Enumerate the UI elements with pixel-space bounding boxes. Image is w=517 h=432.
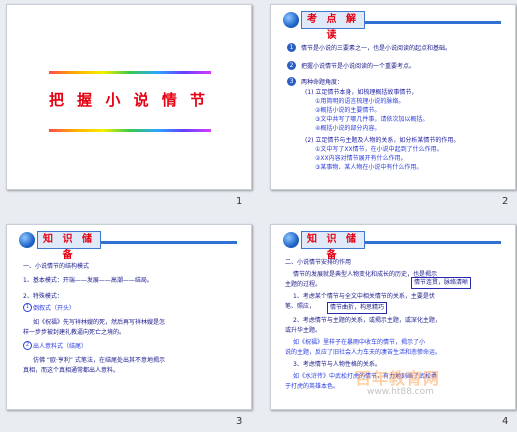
example-line: 说的主题，反应了旧社会人力车夫的凄苦生活和悲惨命运。: [285, 349, 442, 356]
text-line: 仿佛 “欧·亨利” 式笔法，在结尾处出其不意地揭示: [33, 357, 165, 364]
circle-2-icon: 2: [23, 341, 32, 350]
blue-ball-icon: [283, 12, 299, 28]
text-line: 笔、照应，: [285, 303, 316, 310]
numbered-bullet: 2: [287, 61, 296, 70]
example-line: 于打虎的英雄本色。: [285, 383, 340, 390]
blue-ball-icon: [19, 232, 35, 248]
text-line: 样一步步被封建礼教逼向死亡之境的。: [23, 329, 126, 336]
slide-4-thumbnail[interactable]: 知 识 储 备 二、小说情节安排的作用 情节的发展就是典型人物变化和成长的历史，…: [270, 224, 516, 410]
watermark-url: www.ht88.com: [367, 387, 434, 397]
slide-2-thumbnail[interactable]: 考 点 解 读 1 情节是小说的三要素之一，也是小说阅读的起点和基础。 2 把握…: [270, 4, 516, 190]
text-line: 真相，而这个真相通常都出人意料。: [23, 367, 120, 374]
example-line: 如《祝福》里样子在暴雨中收车的情节，揭示了小: [293, 339, 426, 346]
watermark-text: 百年教育网: [355, 369, 441, 388]
point-text: 两种命题角度：: [301, 79, 344, 86]
rainbow-divider-bottom: [49, 129, 211, 132]
text-line: 2、特殊模式：: [23, 293, 63, 300]
header-title: 考 点 解 读: [301, 11, 365, 41]
sub-item: ③某事物、某人物在小说中有什么作用。: [315, 164, 423, 171]
slide-number: 4: [502, 416, 509, 427]
section-title: 一、小说情节的结构模式: [23, 263, 90, 270]
header-title: 知 识 储 备: [301, 231, 365, 261]
slide-3-thumbnail[interactable]: 知 识 储 备 一、小说情节的结构模式 1、基本模式：开端——发展——高潮——结…: [6, 224, 252, 410]
text-line: 如《祝福》先写祥林嫂的死，然后再写祥林嫂是怎: [33, 319, 166, 326]
section-header: 知 识 储 备: [277, 231, 509, 261]
callout-box: 情节曲折，构思精巧: [327, 302, 388, 314]
mode-label: 倒叙式（开头）: [33, 305, 76, 312]
text-line: 1、考虑某个情节与全文中相关情节的关系，主要是伏: [293, 293, 435, 300]
sub-item: ②XX内容对情节展开有什么作用。: [315, 155, 407, 162]
header-title: 知 识 储 备: [37, 231, 101, 261]
text-line: 2、考虑情节与主题的关系，或揭示主题，或深化主题，: [293, 317, 441, 324]
point-text: 情节是小说的三要素之一，也是小说阅读的起点和基础。: [301, 45, 452, 52]
text-line: 1、基本模式：开端——发展——高潮——结局。: [23, 277, 153, 284]
numbered-bullet: 3: [287, 77, 296, 86]
sub-item: ②概括小说的主要情节。: [315, 107, 381, 114]
circle-1-icon: 1: [23, 303, 32, 312]
section-title: 二、小说情节安排的作用: [285, 259, 352, 266]
text-line: 或升华主题。: [285, 327, 322, 334]
blue-ball-icon: [283, 232, 299, 248]
rainbow-divider-top: [49, 71, 211, 74]
sub-item: ①文中写了XX情节，在小说中起到了什么作用。: [315, 146, 443, 153]
numbered-bullet: 1: [287, 43, 296, 52]
slide-1-title: 把 握 小 说 情 节: [48, 91, 210, 109]
slide-number: 1: [236, 196, 243, 207]
section-header: 考 点 解 读: [277, 11, 509, 41]
sub-item: ③文中共写了哪几件事，请依次加以概括。: [315, 116, 429, 123]
section-header: 知 识 储 备: [13, 231, 245, 261]
point-text: 把握小说情节是小说阅读的一个重要考点。: [301, 63, 416, 70]
slide-1-thumbnail[interactable]: 把 握 小 说 情 节: [6, 4, 252, 190]
sub-heading: (1) 立足情节本身，如梳理概括故事情节，: [305, 89, 418, 96]
slide-number: 2: [502, 196, 509, 207]
text-line: 主题的过程。: [285, 281, 322, 288]
sub-item: ①用简明的语言梳理小说的脉络。: [315, 98, 405, 105]
sub-item: ④概括小说的部分内容。: [315, 125, 381, 132]
slide-number: 3: [236, 416, 243, 427]
callout-box: 情节连贯，脉络清晰: [411, 277, 472, 289]
mode-label: 出人意料式（结尾）: [33, 343, 88, 350]
sub-heading: (2) 立足情节与主题及人物的关系，如分析某情节的作用。: [305, 137, 460, 144]
